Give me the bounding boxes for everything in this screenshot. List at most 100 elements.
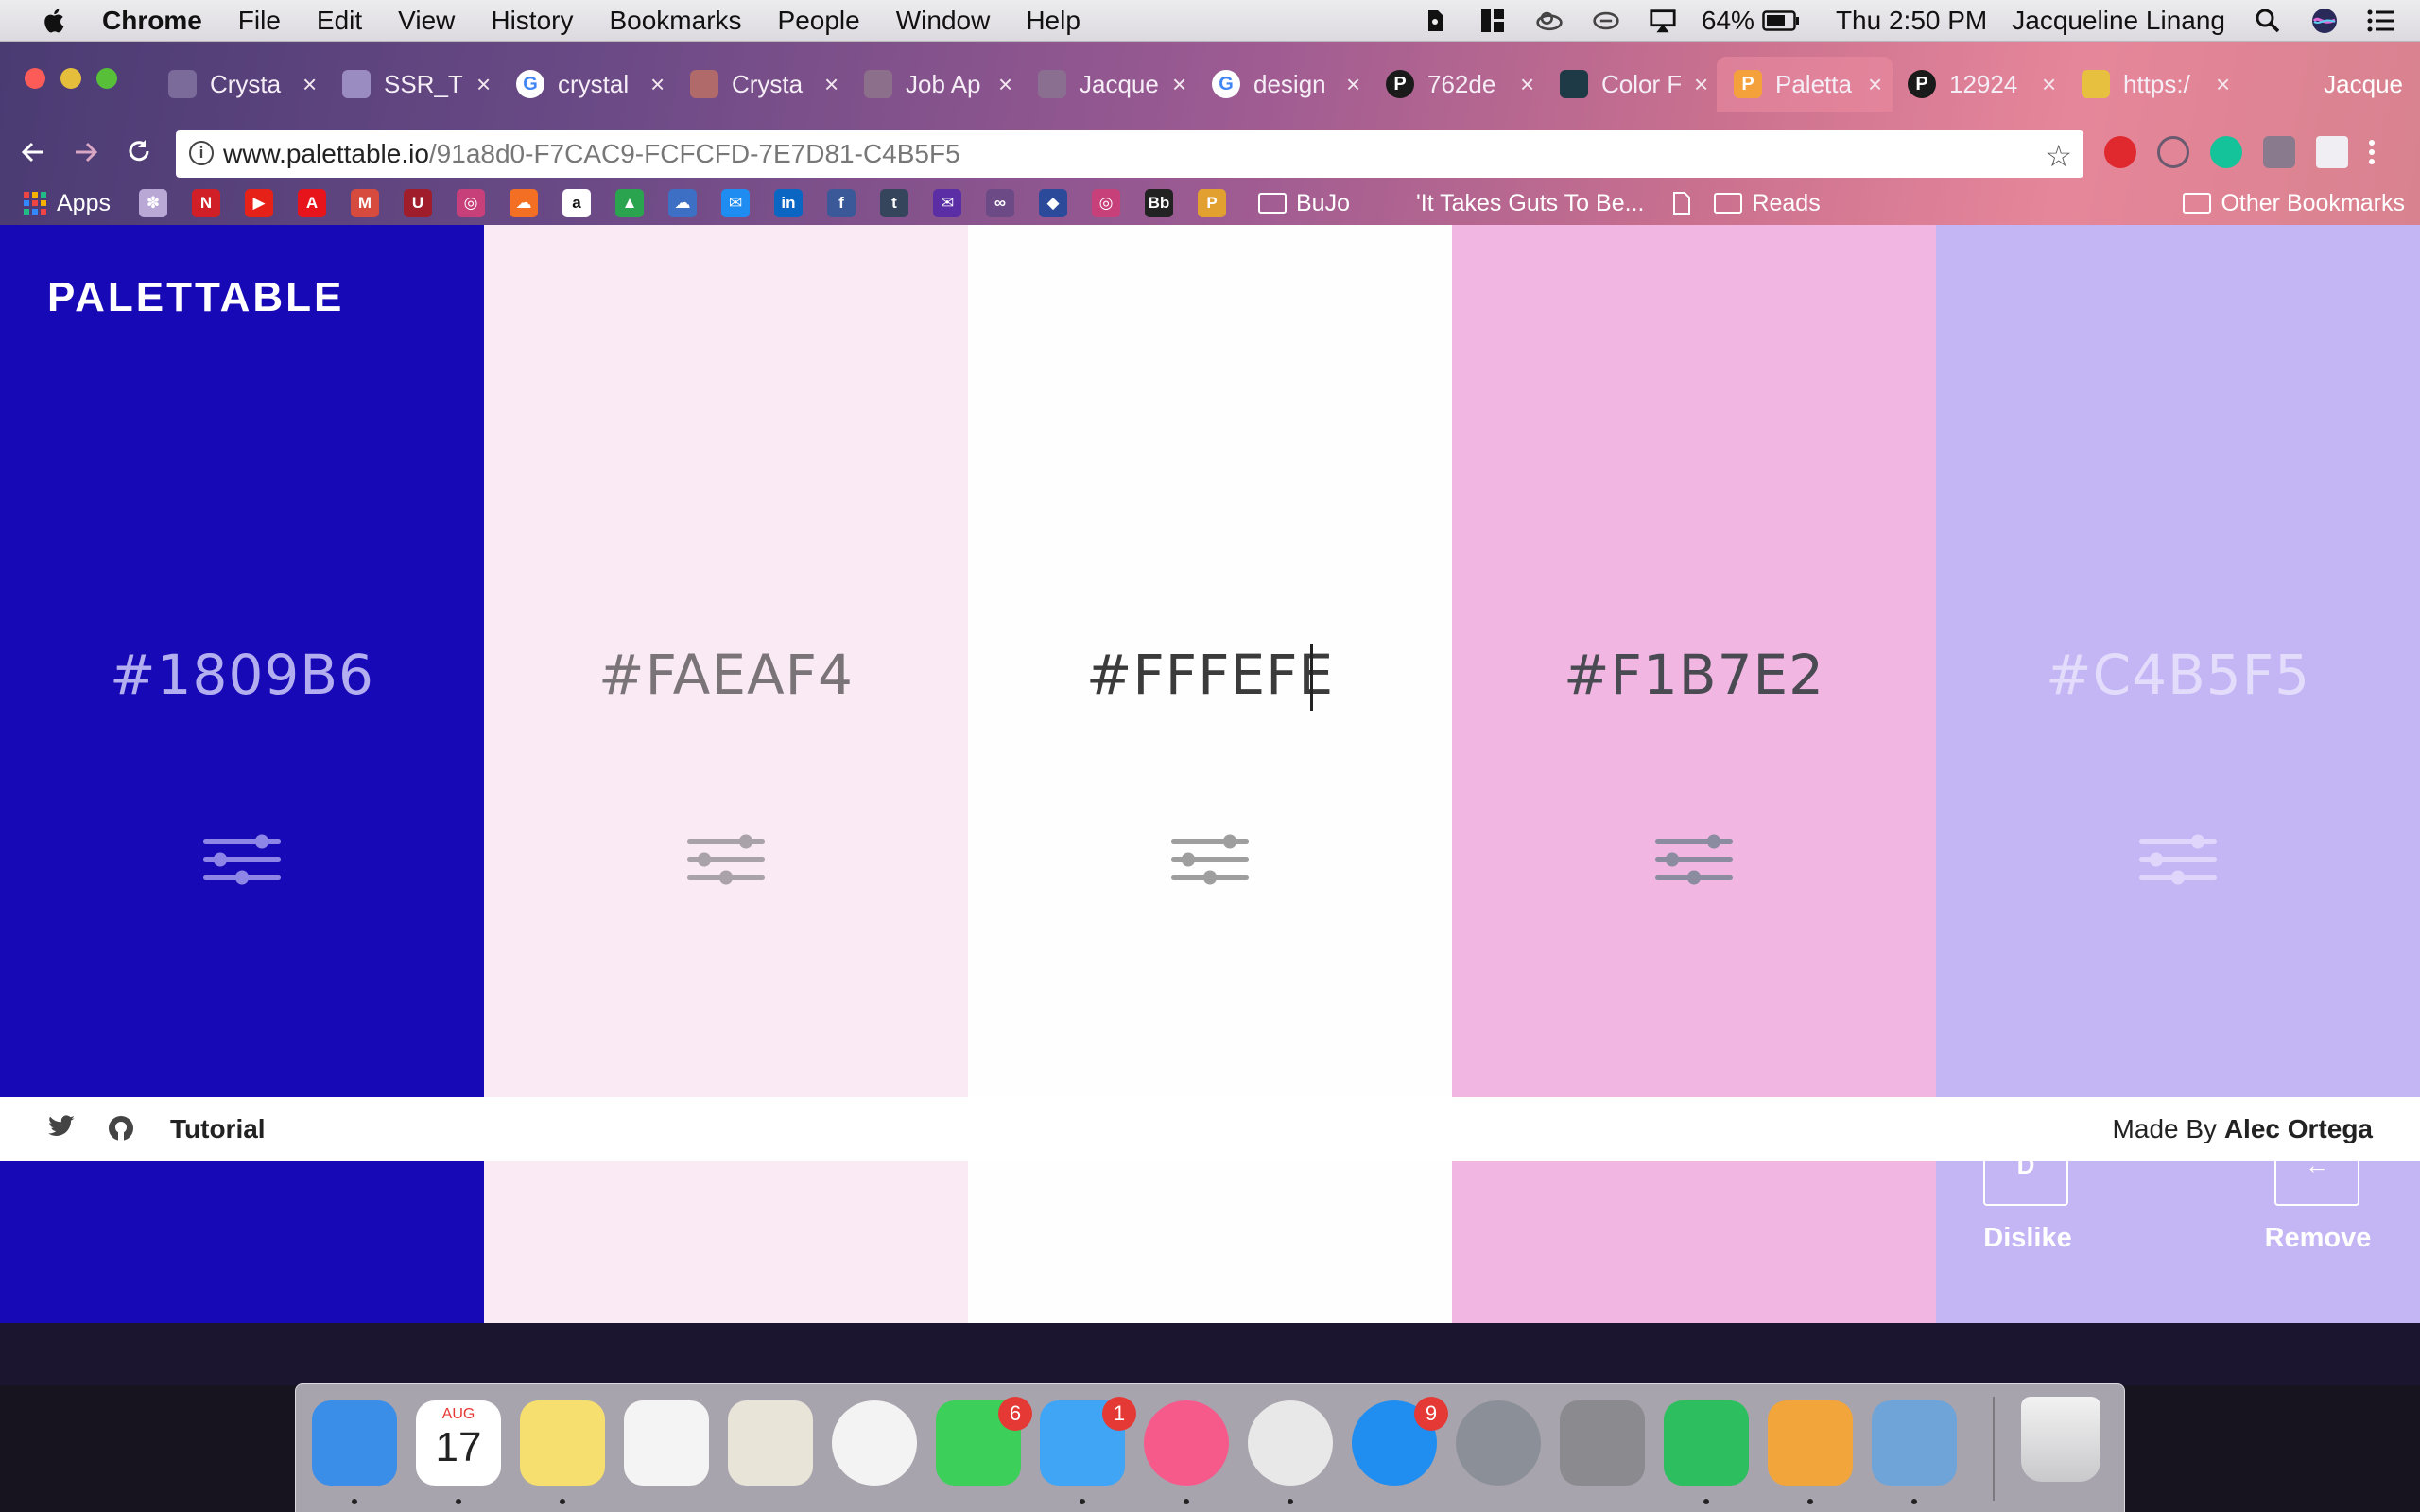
tab-close-icon[interactable]: × xyxy=(302,70,317,99)
bookmark-icon-1[interactable]: ✽ xyxy=(138,189,167,217)
battery-icon[interactable] xyxy=(1762,7,1800,35)
tab-close-icon[interactable]: × xyxy=(476,70,491,99)
tab-close-icon[interactable]: × xyxy=(1172,70,1186,99)
system-preferences-app[interactable] xyxy=(1560,1400,1645,1486)
adjust-sliders-icon[interactable] xyxy=(2139,830,2217,888)
menu-edit[interactable]: Edit xyxy=(317,6,362,36)
adjust-sliders-icon[interactable] xyxy=(203,830,281,888)
github-icon[interactable] xyxy=(108,1115,136,1143)
link-icon[interactable]: ∞ xyxy=(985,189,1014,217)
drive-icon[interactable]: ▲ xyxy=(614,189,644,217)
menu-app-name[interactable]: Chrome xyxy=(102,6,202,36)
reload-button[interactable] xyxy=(117,130,161,174)
siri-icon[interactable] xyxy=(2310,7,2339,35)
menu-history[interactable]: History xyxy=(491,6,573,36)
grammarly-extension-icon[interactable] xyxy=(2210,136,2242,168)
tab-6[interactable]: Jacque × xyxy=(1021,57,1197,112)
cloud-icon[interactable]: ☁ xyxy=(667,189,697,217)
instagram-icon-2[interactable]: ◎ xyxy=(1091,189,1120,217)
reminders-app[interactable] xyxy=(624,1400,709,1486)
list-icon[interactable] xyxy=(2367,7,2395,35)
bookmark-folder-bujo[interactable]: BuJo xyxy=(1257,190,1350,217)
bookmark-folder-reads[interactable]: Reads xyxy=(1714,190,1821,217)
dislike-label[interactable]: Dislike xyxy=(1952,1223,2103,1254)
pocket-extension-icon[interactable] xyxy=(2316,136,2348,168)
menu-file[interactable]: File xyxy=(238,6,281,36)
youtube-icon[interactable]: ▶ xyxy=(244,189,273,217)
netflix-icon[interactable]: N xyxy=(191,189,220,217)
zoom-window-button[interactable] xyxy=(96,68,117,89)
linkedin-icon[interactable]: in xyxy=(773,189,803,217)
minimize-window-button[interactable] xyxy=(60,68,81,89)
photos-app[interactable] xyxy=(832,1400,917,1486)
finder-app[interactable] xyxy=(312,1400,397,1486)
app-icon[interactable]: ◆ xyxy=(1038,189,1067,217)
facebook-icon[interactable]: f xyxy=(826,189,856,217)
tab-close-icon[interactable]: × xyxy=(2042,70,2056,99)
tumblr-icon[interactable]: t xyxy=(879,189,908,217)
tab-9[interactable]: Color F × xyxy=(1543,57,1719,112)
tab-close-icon[interactable]: × xyxy=(1868,70,1882,99)
apps-bookmark[interactable]: Apps xyxy=(23,190,111,217)
menu-people[interactable]: People xyxy=(778,6,860,36)
school-icon[interactable]: U xyxy=(403,189,432,217)
tab-4[interactable]: Crysta × xyxy=(673,57,849,112)
apple-icon[interactable] xyxy=(40,7,66,35)
adjust-sliders-icon[interactable] xyxy=(1655,830,1733,888)
soundcloud-icon[interactable]: ☁ xyxy=(509,189,538,217)
twitter-icon[interactable] xyxy=(47,1115,76,1143)
search-icon[interactable] xyxy=(2254,7,2282,35)
back-button[interactable] xyxy=(11,130,55,174)
tab-10[interactable]: P Paletta × xyxy=(1717,57,1893,112)
gmail-icon[interactable]: M xyxy=(350,189,379,217)
close-window-button[interactable] xyxy=(25,68,45,89)
author-link[interactable]: Alec Ortega xyxy=(2224,1114,2373,1143)
adjust-sliders-icon[interactable] xyxy=(1171,830,1249,888)
tab-3[interactable]: Gcrystal × xyxy=(499,57,675,112)
password-extension-icon[interactable] xyxy=(2157,136,2189,168)
trash-app[interactable] xyxy=(2021,1397,2100,1482)
tab-2[interactable]: SSR_T × xyxy=(325,57,501,112)
menu-window[interactable]: Window xyxy=(896,6,991,36)
hex-code[interactable]: #FAEAF4 xyxy=(484,643,968,707)
adjust-sliders-icon[interactable] xyxy=(687,830,765,888)
hex-code[interactable]: #F1B7E2 xyxy=(1452,643,1936,707)
tab-11[interactable]: P 12924 × xyxy=(1891,57,2066,112)
pages-app[interactable] xyxy=(1768,1400,1853,1486)
google-photos-icon[interactable]: P xyxy=(1197,189,1226,217)
video-extension-icon[interactable] xyxy=(2263,136,2295,168)
clock[interactable]: Thu 2:50 PM xyxy=(1836,6,1987,36)
mail-icon[interactable]: ✉ xyxy=(932,189,961,217)
launchpad-app[interactable] xyxy=(1456,1400,1541,1486)
tab-close-icon[interactable]: × xyxy=(650,70,665,99)
tab-close-icon[interactable]: × xyxy=(1346,70,1360,99)
menu-bookmarks[interactable]: Bookmarks xyxy=(609,6,741,36)
profile-button[interactable]: Jacque xyxy=(2250,57,2420,112)
address-bar[interactable]: i www.palettable.io/91a8d0-F7CAC9-FCFCFD… xyxy=(176,130,2083,178)
evernote-icon[interactable] xyxy=(1422,7,1450,35)
notes-app[interactable] xyxy=(520,1400,605,1486)
tab-close-icon[interactable]: × xyxy=(998,70,1012,99)
bookmark-page[interactable] xyxy=(1672,192,1691,215)
tab-1[interactable]: Crysta × xyxy=(151,57,327,112)
instagram-icon[interactable]: ◎ xyxy=(456,189,485,217)
site-info-icon[interactable]: i xyxy=(189,141,214,165)
menu-view[interactable]: View xyxy=(398,6,455,36)
adobe-icon[interactable]: A xyxy=(297,189,326,217)
cloud-icon[interactable] xyxy=(1535,7,1564,35)
calendar-app[interactable]: AUG 17 xyxy=(416,1400,501,1486)
tab-close-icon[interactable]: × xyxy=(2216,70,2230,99)
tab-close-icon[interactable]: × xyxy=(824,70,838,99)
bookmark-guts[interactable]: 'It Takes Guts To Be... xyxy=(1416,190,1644,217)
grid-icon[interactable] xyxy=(1478,7,1507,35)
menu-help[interactable]: Help xyxy=(1026,6,1080,36)
tutorial-link[interactable]: Tutorial xyxy=(170,1114,266,1144)
tab-8[interactable]: P 762de × xyxy=(1369,57,1545,112)
amazon-icon[interactable]: a xyxy=(562,189,591,217)
tab-5[interactable]: Job Ap × xyxy=(847,57,1023,112)
evernote-app[interactable] xyxy=(1664,1400,1749,1486)
tab-12[interactable]: https:/ × xyxy=(2065,57,2240,112)
adblock-extension-icon[interactable] xyxy=(2104,136,2136,168)
other-bookmarks[interactable]: Other Bookmarks xyxy=(2183,190,2405,217)
hex-code[interactable]: #C4B5F5 xyxy=(1936,643,2420,707)
